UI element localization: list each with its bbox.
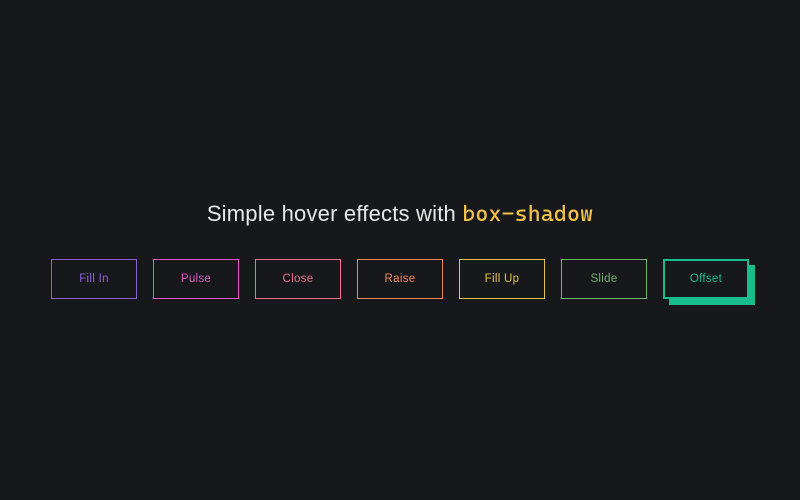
button-row: Fill In Pulse Close Raise Fill Up Slide … — [51, 259, 749, 299]
page-title: Simple hover effects with box-shadow — [207, 201, 593, 227]
offset-button[interactable]: Offset — [663, 259, 749, 299]
slide-button[interactable]: Slide — [561, 259, 647, 299]
fill-in-button[interactable]: Fill In — [51, 259, 137, 299]
heading-code: box-shadow — [462, 202, 593, 227]
close-button[interactable]: Close — [255, 259, 341, 299]
heading-prefix: Simple hover effects with — [207, 201, 462, 226]
fill-up-button[interactable]: Fill Up — [459, 259, 545, 299]
raise-button[interactable]: Raise — [357, 259, 443, 299]
pulse-button[interactable]: Pulse — [153, 259, 239, 299]
